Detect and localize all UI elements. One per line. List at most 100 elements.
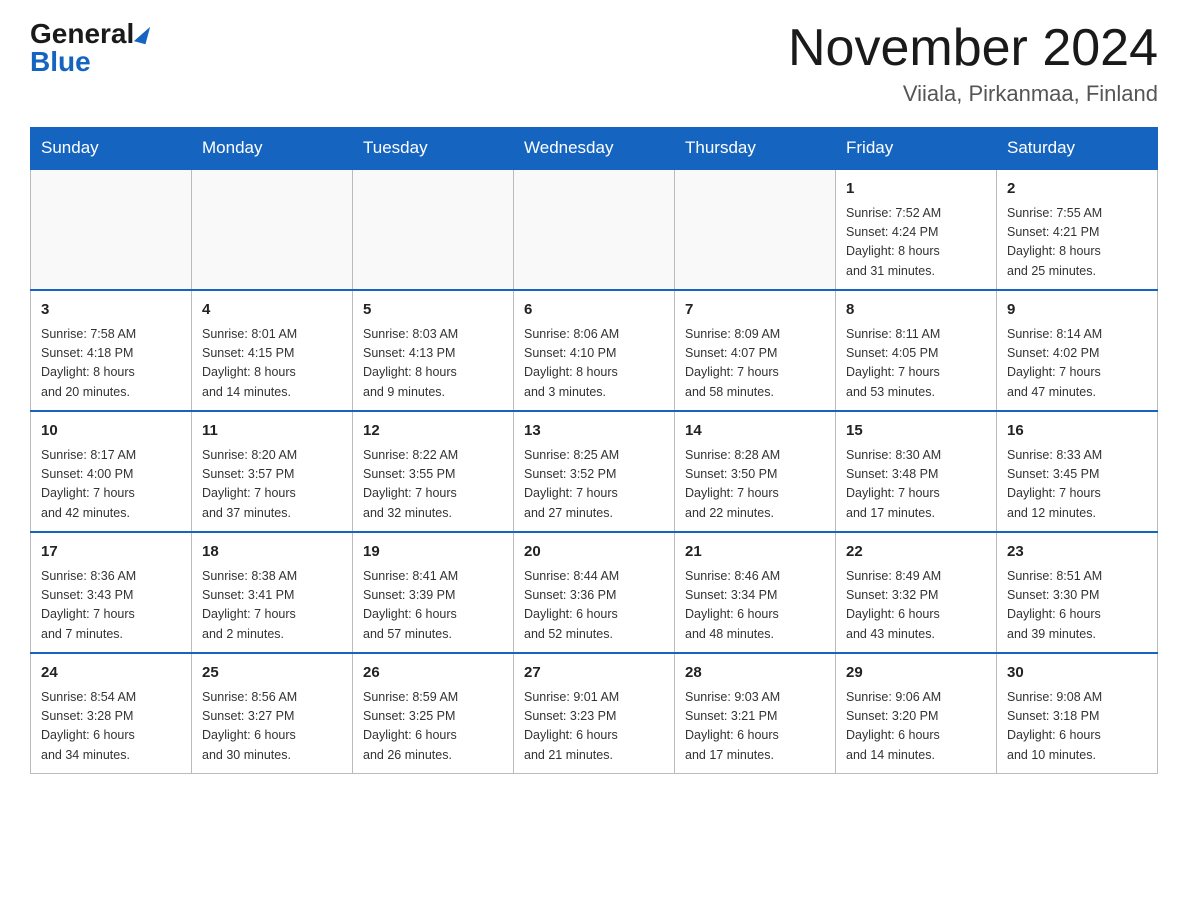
calendar-cell: 7 Sunrise: 8:09 AMSunset: 4:07 PMDaylight… [675,290,836,411]
day-info: Sunrise: 8:20 AMSunset: 3:57 PMDaylight:… [202,446,342,524]
calendar-table: SundayMondayTuesdayWednesdayThursdayFrid… [30,127,1158,774]
calendar-cell: 15 Sunrise: 8:30 AMSunset: 3:48 PMDayligh… [836,411,997,532]
day-info: Sunrise: 8:14 AMSunset: 4:02 PMDaylight:… [1007,325,1147,403]
day-info: Sunrise: 9:08 AMSunset: 3:18 PMDaylight:… [1007,688,1147,766]
day-number: 27 [524,662,664,685]
day-info: Sunrise: 7:52 AMSunset: 4:24 PMDaylight:… [846,204,986,282]
day-number: 29 [846,662,986,685]
day-info: Sunrise: 8:44 AMSunset: 3:36 PMDaylight:… [524,567,664,645]
day-info: Sunrise: 8:56 AMSunset: 3:27 PMDaylight:… [202,688,342,766]
day-number: 15 [846,420,986,443]
day-number: 18 [202,541,342,564]
day-number: 10 [41,420,181,443]
month-title: November 2024 [788,20,1158,77]
calendar-cell: 17Sunrise: 8:36 AMSunset: 3:43 PMDayligh… [31,532,192,653]
day-number: 30 [1007,662,1147,685]
day-of-week-header: Tuesday [353,128,514,170]
day-info: Sunrise: 8:30 AMSunset: 3:48 PMDaylight:… [846,446,986,524]
calendar-cell: 3 Sunrise: 7:58 AMSunset: 4:18 PMDaylight… [31,290,192,411]
calendar-cell: 24Sunrise: 8:54 AMSunset: 3:28 PMDayligh… [31,653,192,774]
day-info: Sunrise: 8:22 AMSunset: 3:55 PMDaylight:… [363,446,503,524]
calendar-cell: 1 Sunrise: 7:52 AMSunset: 4:24 PMDaylight… [836,169,997,290]
day-info: Sunrise: 8:33 AMSunset: 3:45 PMDaylight:… [1007,446,1147,524]
calendar-cell: 9 Sunrise: 8:14 AMSunset: 4:02 PMDaylight… [997,290,1158,411]
calendar-header-row: SundayMondayTuesdayWednesdayThursdayFrid… [31,128,1158,170]
day-number: 5 [363,299,503,322]
day-info: Sunrise: 8:46 AMSunset: 3:34 PMDaylight:… [685,567,825,645]
day-number: 14 [685,420,825,443]
logo: General Blue [30,20,148,76]
day-of-week-header: Saturday [997,128,1158,170]
calendar-cell: 20 Sunrise: 8:44 AMSunset: 3:36 PMDayligh… [514,532,675,653]
calendar-cell: 26 Sunrise: 8:59 AMSunset: 3:25 PMDayligh… [353,653,514,774]
day-number: 20 [524,541,664,564]
calendar-cell: 6 Sunrise: 8:06 AMSunset: 4:10 PMDaylight… [514,290,675,411]
day-info: Sunrise: 8:17 AMSunset: 4:00 PMDaylight:… [41,446,181,524]
location-subtitle: Viiala, Pirkanmaa, Finland [788,81,1158,107]
day-number: 13 [524,420,664,443]
day-info: Sunrise: 8:09 AMSunset: 4:07 PMDaylight:… [685,325,825,403]
calendar-cell: 27 Sunrise: 9:01 AMSunset: 3:23 PMDayligh… [514,653,675,774]
calendar-cell: 10 Sunrise: 8:17 AMSunset: 4:00 PMDayligh… [31,411,192,532]
calendar-cell: 30 Sunrise: 9:08 AMSunset: 3:18 PMDayligh… [997,653,1158,774]
day-number: 3 [41,299,181,322]
day-info: Sunrise: 8:03 AMSunset: 4:13 PMDaylight:… [363,325,503,403]
calendar-cell: 25 Sunrise: 8:56 AMSunset: 3:27 PMDayligh… [192,653,353,774]
calendar-cell [353,169,514,290]
calendar-week-row: 10 Sunrise: 8:17 AMSunset: 4:00 PMDayligh… [31,411,1158,532]
calendar-cell: 16 Sunrise: 8:33 AMSunset: 3:45 PMDayligh… [997,411,1158,532]
day-info: Sunrise: 7:55 AMSunset: 4:21 PMDaylight:… [1007,204,1147,282]
day-info: Sunrise: 9:01 AMSunset: 3:23 PMDaylight:… [524,688,664,766]
calendar-week-row: 24Sunrise: 8:54 AMSunset: 3:28 PMDayligh… [31,653,1158,774]
day-of-week-header: Wednesday [514,128,675,170]
day-info: Sunrise: 8:28 AMSunset: 3:50 PMDaylight:… [685,446,825,524]
day-info: Sunrise: 8:41 AMSunset: 3:39 PMDaylight:… [363,567,503,645]
day-number: 19 [363,541,503,564]
day-of-week-header: Monday [192,128,353,170]
day-info: Sunrise: 8:25 AMSunset: 3:52 PMDaylight:… [524,446,664,524]
day-info: Sunrise: 8:01 AMSunset: 4:15 PMDaylight:… [202,325,342,403]
calendar-cell: 8Sunrise: 8:11 AMSunset: 4:05 PMDaylight… [836,290,997,411]
calendar-cell: 23 Sunrise: 8:51 AMSunset: 3:30 PMDayligh… [997,532,1158,653]
day-number: 25 [202,662,342,685]
logo-blue-text: Blue [30,48,91,76]
calendar-cell: 29 Sunrise: 9:06 AMSunset: 3:20 PMDayligh… [836,653,997,774]
day-number: 9 [1007,299,1147,322]
calendar-cell: 2 Sunrise: 7:55 AMSunset: 4:21 PMDaylight… [997,169,1158,290]
day-number: 24 [41,662,181,685]
page-header: General Blue November 2024 Viiala, Pirka… [30,20,1158,107]
day-number: 21 [685,541,825,564]
day-info: Sunrise: 9:06 AMSunset: 3:20 PMDaylight:… [846,688,986,766]
calendar-week-row: 1 Sunrise: 7:52 AMSunset: 4:24 PMDaylight… [31,169,1158,290]
calendar-week-row: 3 Sunrise: 7:58 AMSunset: 4:18 PMDaylight… [31,290,1158,411]
day-number: 12 [363,420,503,443]
title-area: November 2024 Viiala, Pirkanmaa, Finland [788,20,1158,107]
calendar-cell [192,169,353,290]
day-of-week-header: Sunday [31,128,192,170]
day-number: 1 [846,178,986,201]
calendar-cell: 21 Sunrise: 8:46 AMSunset: 3:34 PMDayligh… [675,532,836,653]
calendar-week-row: 17Sunrise: 8:36 AMSunset: 3:43 PMDayligh… [31,532,1158,653]
calendar-cell: 14 Sunrise: 8:28 AMSunset: 3:50 PMDayligh… [675,411,836,532]
day-number: 6 [524,299,664,322]
day-info: Sunrise: 8:06 AMSunset: 4:10 PMDaylight:… [524,325,664,403]
day-number: 23 [1007,541,1147,564]
day-info: Sunrise: 7:58 AMSunset: 4:18 PMDaylight:… [41,325,181,403]
calendar-cell: 4Sunrise: 8:01 AMSunset: 4:15 PMDaylight… [192,290,353,411]
day-number: 17 [41,541,181,564]
day-number: 22 [846,541,986,564]
day-info: Sunrise: 8:51 AMSunset: 3:30 PMDaylight:… [1007,567,1147,645]
calendar-cell: 22Sunrise: 8:49 AMSunset: 3:32 PMDayligh… [836,532,997,653]
day-number: 26 [363,662,503,685]
day-info: Sunrise: 8:59 AMSunset: 3:25 PMDaylight:… [363,688,503,766]
day-number: 2 [1007,178,1147,201]
logo-general-text: General [30,20,134,48]
day-number: 16 [1007,420,1147,443]
day-number: 28 [685,662,825,685]
calendar-cell [31,169,192,290]
day-number: 7 [685,299,825,322]
calendar-cell: 5 Sunrise: 8:03 AMSunset: 4:13 PMDaylight… [353,290,514,411]
calendar-cell: 12 Sunrise: 8:22 AMSunset: 3:55 PMDayligh… [353,411,514,532]
calendar-cell [675,169,836,290]
day-of-week-header: Thursday [675,128,836,170]
